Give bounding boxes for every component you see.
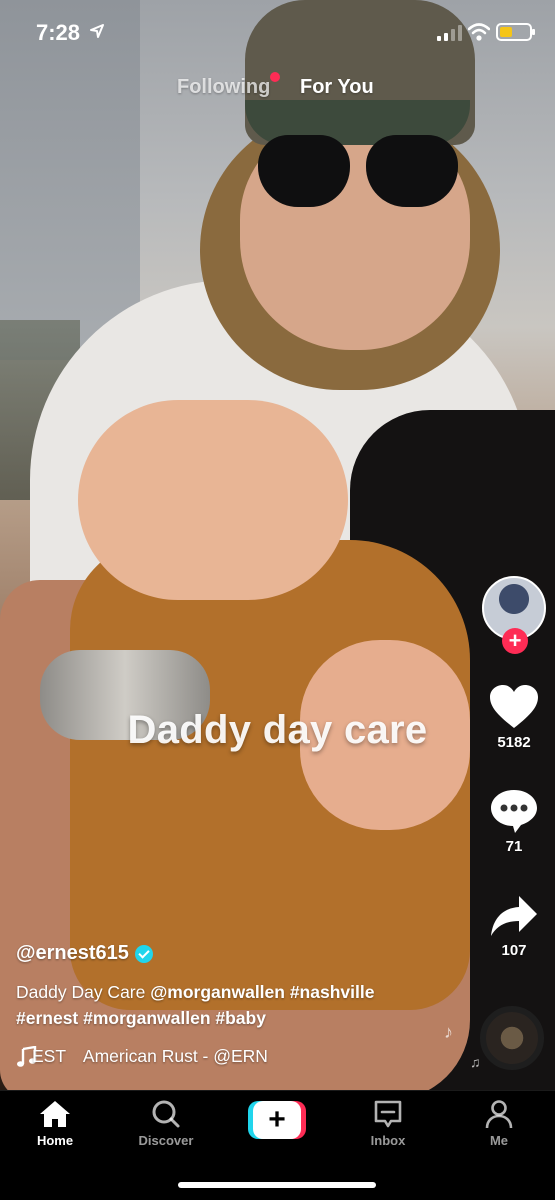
post-info: @ernest615 Daddy Day Care @morganwallen … [16,942,456,1031]
description-text: Daddy Day Care [16,982,151,1002]
like-count: 5182 [497,734,531,751]
tab-for-you[interactable]: For You [300,76,374,99]
share-count: 107 [501,942,527,959]
plus-icon[interactable]: + [253,1101,301,1139]
music-title-prev: EST [32,1046,67,1066]
comment-icon[interactable] [489,788,539,834]
post-description: Daddy Day Care @morganwallen #nashville … [16,979,456,1031]
battery-icon [496,23,535,41]
nav-inbox[interactable]: Inbox [348,1099,428,1148]
create-button[interactable]: + [248,1101,306,1139]
signal-icon [437,25,462,41]
creator-username[interactable]: @ernest615 [16,942,129,965]
nav-me[interactable]: Me [459,1099,539,1148]
share-icon[interactable] [489,894,539,938]
nav-discover[interactable]: Discover [126,1099,206,1148]
nav-inbox-label: Inbox [370,1133,406,1148]
video-baby-head [78,400,348,600]
wifi-icon [468,23,490,41]
nav-me-label: Me [489,1133,509,1148]
creator-avatar[interactable]: + [482,576,546,654]
description-hashtags[interactable]: #ernest #morganwallen #baby [16,1008,266,1028]
music-ticker[interactable]: EST American Rust - @ERN [16,1044,306,1070]
tab-following[interactable]: Following [177,76,270,99]
notification-dot [270,72,280,82]
person-icon[interactable] [483,1099,515,1129]
comment-button[interactable]: 71 [479,788,549,855]
follow-plus-icon[interactable]: + [502,628,528,654]
home-indicator[interactable] [178,1182,376,1188]
feed-tabs: Following For You [0,72,555,106]
nav-home-label: Home [36,1133,74,1148]
music-disc[interactable] [480,1006,544,1070]
video-person-sunglasses [258,135,458,207]
inbox-icon[interactable] [372,1099,404,1129]
music-note-icon: ♪ [444,1022,453,1042]
music-title-current: American Rust - @ERN [82,1046,268,1066]
like-button[interactable]: 5182 [479,684,549,751]
description-tags[interactable]: @morganwallen #nashville [150,982,374,1002]
comment-count: 71 [505,838,523,855]
nav-discover-label: Discover [138,1133,194,1148]
status-bar: 7:28 [0,0,555,60]
heart-icon[interactable] [488,684,540,730]
share-button[interactable]: 107 [479,894,549,959]
status-time: 7:28 [36,20,81,45]
location-arrow-icon [90,24,104,38]
video-player[interactable] [0,0,555,1090]
music-note-icon: ♫ [470,1054,481,1070]
search-icon[interactable] [150,1099,182,1129]
home-icon[interactable] [38,1099,72,1129]
video-text-overlay: Daddy day care [127,708,428,752]
verified-icon [134,944,153,963]
music-title: EST American Rust - @ERN [32,1046,280,1067]
nav-home[interactable]: Home [15,1099,95,1148]
